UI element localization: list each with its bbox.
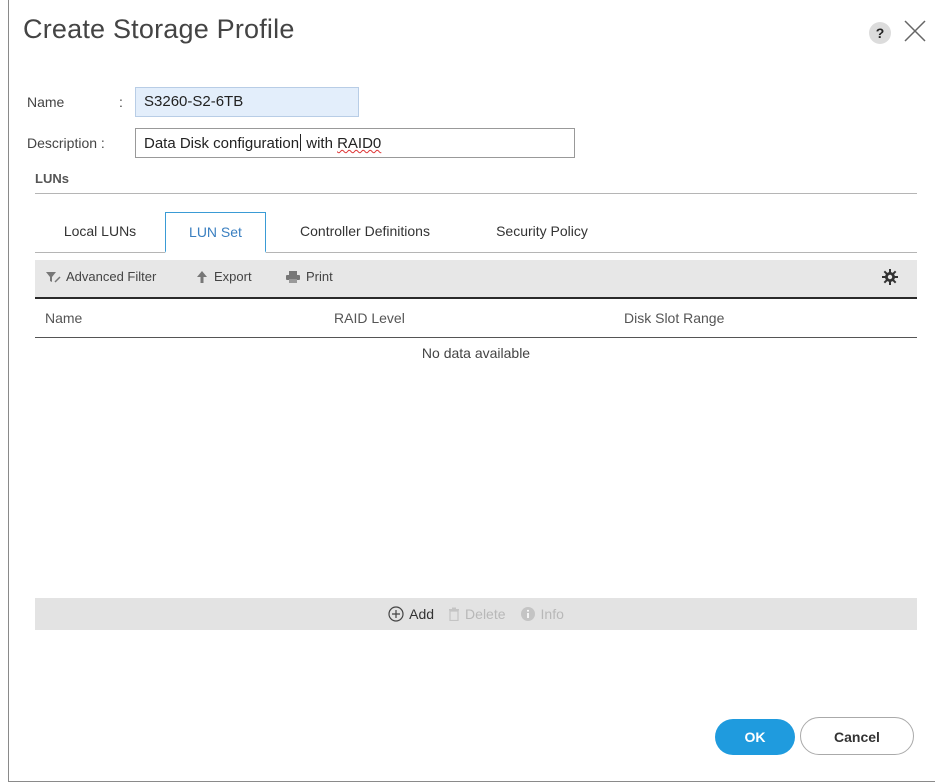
ok-button[interactable]: OK: [715, 719, 795, 755]
arrow-up-icon: [197, 270, 207, 283]
table-header-divider: [35, 337, 917, 338]
gear-icon[interactable]: [881, 268, 899, 286]
section-divider: [35, 193, 917, 194]
dialog-title: Create Storage Profile: [23, 14, 295, 44]
print-label: Print: [306, 269, 333, 284]
description-value-part1: Data Disk configuration: [144, 135, 300, 152]
column-header-disk-slot-range[interactable]: Disk Slot Range: [624, 310, 724, 326]
name-colon: :: [119, 94, 123, 110]
tab-security-policy[interactable]: Security Policy: [477, 212, 607, 252]
export-label: Export: [214, 269, 252, 284]
add-button[interactable]: Add: [388, 606, 434, 622]
description-value-misspelled: RAID0: [337, 135, 382, 152]
add-label: Add: [409, 606, 435, 622]
printer-icon: [286, 270, 300, 283]
empty-table-message: No data available: [421, 345, 531, 361]
export-button[interactable]: Export: [195, 269, 252, 284]
info-icon: [520, 607, 535, 621]
trash-icon: [449, 607, 460, 621]
tab-controller-definitions[interactable]: Controller Definitions: [275, 212, 455, 252]
table-action-bar: Add Delete Info: [35, 598, 917, 630]
delete-button[interactable]: Delete: [448, 606, 506, 622]
close-icon[interactable]: [902, 16, 928, 46]
advanced-filter-label: Advanced Filter: [66, 269, 157, 284]
create-storage-profile-dialog: Create Storage Profile ? Name : S3260-S2…: [8, 0, 935, 782]
tab-lun-set[interactable]: LUN Set: [165, 212, 266, 253]
description-label: Description :: [27, 135, 105, 151]
luns-section-title: LUNs: [35, 171, 69, 186]
column-header-raid-level[interactable]: RAID Level: [334, 310, 405, 326]
description-field[interactable]: Data Disk configuration with RAID0: [135, 128, 575, 158]
name-field[interactable]: S3260-S2-6TB: [135, 87, 359, 117]
description-value-part2: with: [302, 135, 338, 152]
column-header-name[interactable]: Name: [45, 310, 82, 326]
print-button[interactable]: Print: [285, 269, 333, 284]
info-label: Info: [540, 606, 564, 622]
advanced-filter-button[interactable]: Advanced Filter: [45, 269, 156, 284]
tab-local-luns[interactable]: Local LUNs: [35, 212, 165, 252]
name-label: Name: [27, 94, 65, 110]
text-caret: [300, 134, 302, 151]
plus-circle-icon: [388, 606, 404, 622]
delete-label: Delete: [465, 606, 506, 622]
name-field-value: S3260-S2-6TB: [144, 93, 244, 110]
help-icon[interactable]: ?: [869, 22, 891, 44]
info-button[interactable]: Info: [520, 606, 564, 622]
filter-icon: [46, 271, 61, 283]
table-toolbar: Advanced Filter Export Print: [35, 260, 917, 299]
lun-tabs: Local LUNs LUN Set Controller Definition…: [35, 212, 917, 253]
cancel-button[interactable]: Cancel: [800, 717, 914, 755]
